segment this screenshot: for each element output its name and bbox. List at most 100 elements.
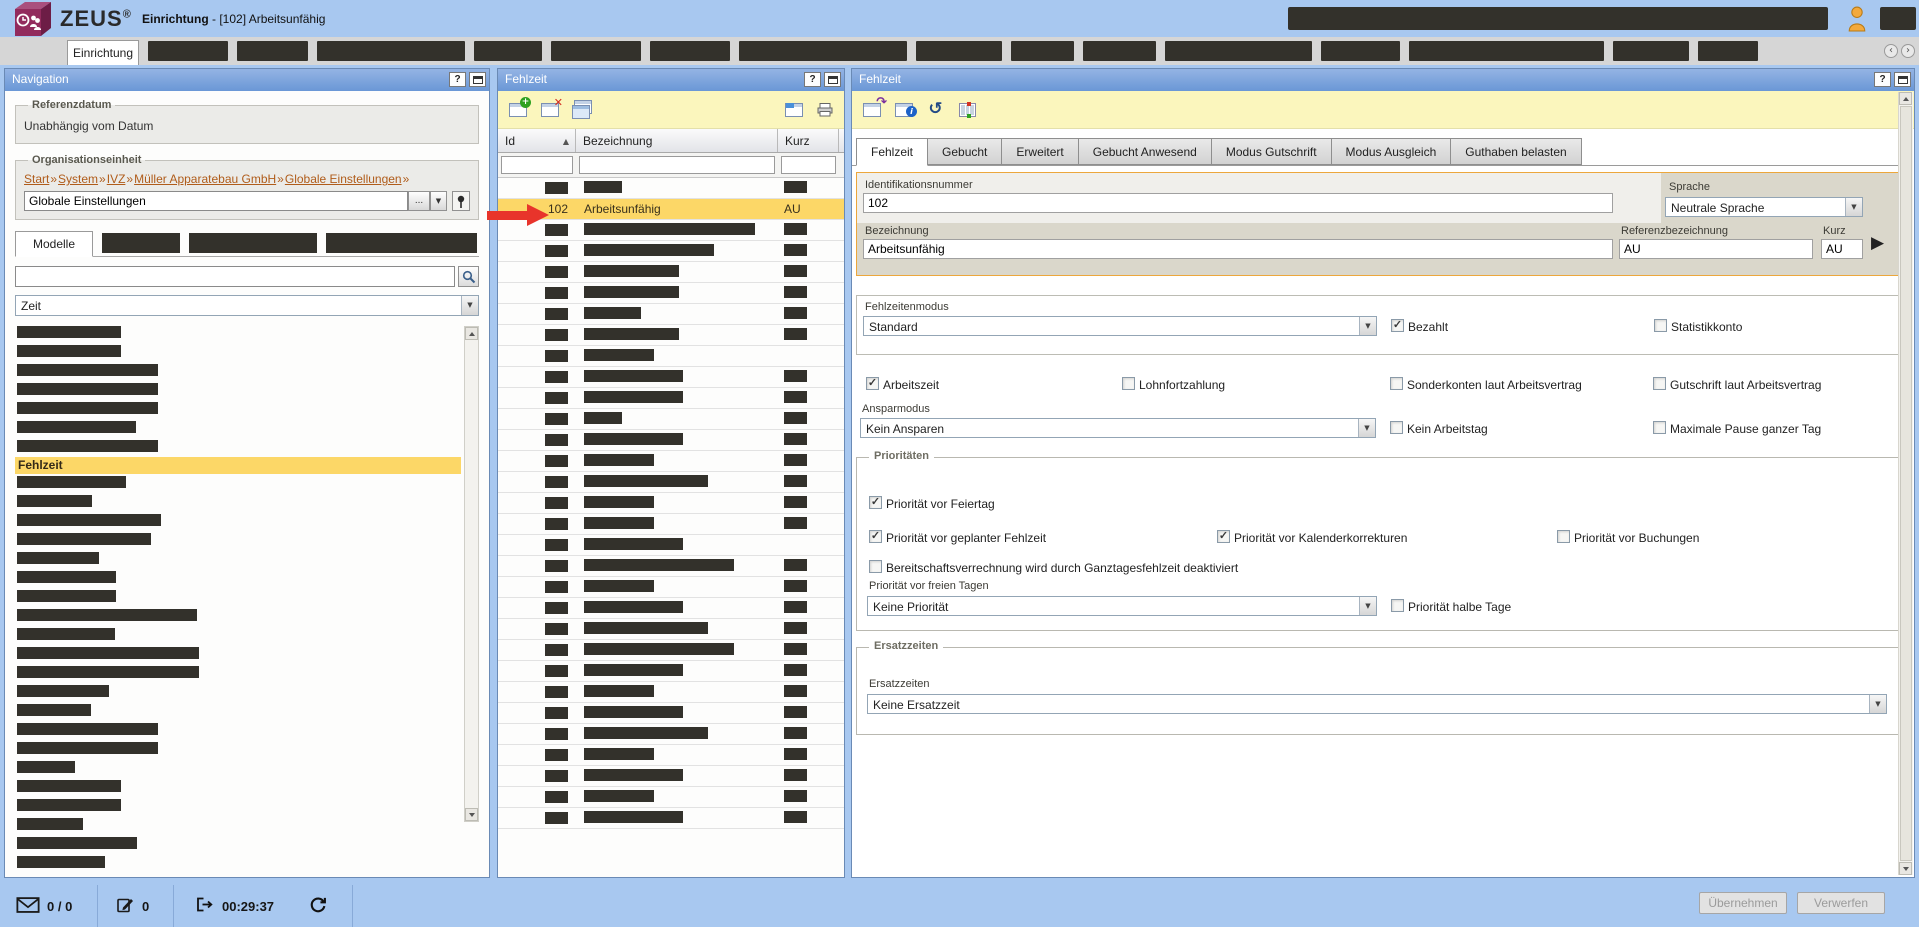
model-type-select[interactable]: Zeit ▼ <box>15 295 479 316</box>
insert-column-icon[interactable] <box>955 98 980 122</box>
table-row[interactable] <box>498 640 844 661</box>
gutschrift-checkbox[interactable] <box>1653 377 1666 390</box>
nav-list-item[interactable] <box>15 628 461 645</box>
table-row[interactable] <box>498 493 844 514</box>
tab-redacted[interactable] <box>551 41 641 61</box>
nav-list-item[interactable] <box>15 761 461 778</box>
table-row[interactable] <box>498 283 844 304</box>
column-header-id[interactable]: Id ▲ <box>498 129 576 152</box>
logout-timer-icon[interactable] <box>194 896 215 916</box>
table-row[interactable] <box>498 682 844 703</box>
breadcrumb-link[interactable]: Start <box>24 172 49 186</box>
nav-list-item[interactable] <box>15 799 461 816</box>
scroll-up-icon[interactable] <box>1899 92 1912 105</box>
table-row[interactable] <box>498 808 844 829</box>
chevron-down-icon[interactable]: ▼ <box>461 296 478 315</box>
table-row[interactable] <box>498 787 844 808</box>
edit-icon[interactable] <box>116 896 135 916</box>
tab-einrichtung[interactable]: Einrichtung <box>67 40 139 65</box>
referenzbezeichnung-field[interactable] <box>1619 239 1813 259</box>
tab-redacted[interactable] <box>916 41 1002 61</box>
help-icon[interactable]: ? <box>1874 72 1891 87</box>
chevron-down-icon[interactable]: ▼ <box>1358 419 1375 437</box>
table-row[interactable] <box>498 367 844 388</box>
nav-list-item[interactable] <box>15 476 461 493</box>
prio-buchungen-checkbox[interactable] <box>1557 530 1570 543</box>
nav-list-item[interactable] <box>15 345 461 362</box>
tab-redacted[interactable] <box>189 233 318 253</box>
tabs-scroll-back-icon[interactable]: ‹ <box>1884 44 1898 58</box>
tab-redacted[interactable] <box>650 41 730 61</box>
tab-redacted[interactable] <box>1011 41 1074 61</box>
table-row[interactable] <box>498 430 844 451</box>
nav-list-item[interactable] <box>15 609 461 626</box>
detail-tab-modus-gutschrift[interactable]: Modus Gutschrift <box>1210 138 1332 165</box>
tab-redacted[interactable] <box>739 41 907 61</box>
chevron-down-icon[interactable]: ▼ <box>1359 317 1376 335</box>
nav-scrollbar[interactable] <box>464 326 479 822</box>
breadcrumb-link[interactable]: System <box>58 172 98 186</box>
tab-modelle[interactable]: Modelle <box>15 231 94 257</box>
table-row[interactable] <box>498 619 844 640</box>
scroll-down-icon[interactable] <box>1899 862 1912 875</box>
kein-arbeitstag-checkbox[interactable] <box>1390 421 1403 434</box>
org-unit-browse-button[interactable]: ... <box>408 191 430 211</box>
tab-redacted[interactable] <box>1409 41 1604 61</box>
bezeichnung-field[interactable] <box>863 239 1613 259</box>
nav-list-item[interactable] <box>15 685 461 702</box>
nav-list-item[interactable] <box>15 383 461 400</box>
discard-button[interactable]: Verwerfen <box>1797 892 1885 914</box>
table-row[interactable] <box>498 241 844 262</box>
mail-icon[interactable] <box>16 896 40 916</box>
tab-redacted[interactable] <box>1083 41 1156 61</box>
table-row[interactable] <box>498 514 844 535</box>
org-unit-input[interactable] <box>24 191 408 211</box>
tab-redacted[interactable] <box>317 41 465 61</box>
prio-feiertag-checkbox[interactable]: ✓ <box>869 496 882 509</box>
prio-freie-tage-select[interactable]: Keine Priorität ▼ <box>867 596 1377 616</box>
bezahlt-checkbox[interactable]: ✓ <box>1391 319 1404 332</box>
copy-record-icon[interactable] <box>569 98 594 122</box>
maximale-pause-checkbox[interactable] <box>1653 421 1666 434</box>
detail-tab-gebucht-anwesend[interactable]: Gebucht Anwesend <box>1077 138 1212 165</box>
detail-scrollbar[interactable] <box>1898 92 1913 875</box>
refresh-icon[interactable] <box>308 896 328 917</box>
tab-redacted[interactable] <box>237 41 308 61</box>
user-person-icon[interactable] <box>1846 5 1868 35</box>
lohnfortzahlung-checkbox[interactable] <box>1122 377 1135 390</box>
nav-list-item[interactable] <box>15 402 461 419</box>
nav-list-item[interactable] <box>15 647 461 664</box>
table-row[interactable] <box>498 472 844 493</box>
detail-tab-guthaben-belasten[interactable]: Guthaben belasten <box>1450 138 1582 165</box>
scroll-up-icon[interactable] <box>465 327 478 340</box>
nav-list-item[interactable] <box>15 723 461 740</box>
pin-icon[interactable] <box>452 191 470 211</box>
kurz-field[interactable] <box>1821 239 1863 259</box>
delete-record-icon[interactable]: ✕ <box>537 96 563 122</box>
table-row[interactable] <box>498 577 844 598</box>
detail-tab-modus-ausgleich[interactable]: Modus Ausgleich <box>1330 138 1452 165</box>
help-icon[interactable]: ? <box>804 72 821 87</box>
nav-list-item[interactable] <box>15 533 461 550</box>
print-icon[interactable] <box>812 98 837 122</box>
help-icon[interactable]: ? <box>449 72 466 87</box>
ansparmodus-select[interactable]: Kein Ansparen ▼ <box>860 418 1376 438</box>
chevron-down-icon[interactable]: ▼ <box>1869 695 1886 713</box>
minimize-icon[interactable] <box>824 72 841 87</box>
table-row[interactable] <box>498 304 844 325</box>
filter-bezeichnung-input[interactable] <box>579 156 775 174</box>
sonderkonten-checkbox[interactable] <box>1390 377 1403 390</box>
scroll-down-icon[interactable] <box>465 808 478 821</box>
detail-tab-fehlzeit[interactable]: Fehlzeit <box>856 138 929 166</box>
table-row[interactable] <box>498 598 844 619</box>
tab-redacted[interactable] <box>1165 41 1312 61</box>
nav-list-item[interactable] <box>15 571 461 588</box>
table-row[interactable] <box>498 745 844 766</box>
fehlzeitenmodus-select[interactable]: Standard ▼ <box>863 316 1377 336</box>
apply-button[interactable]: Übernehmen <box>1699 892 1787 914</box>
nav-list-item[interactable] <box>15 552 461 569</box>
chevron-down-icon[interactable]: ▼ <box>1845 198 1862 216</box>
table-row[interactable] <box>498 556 844 577</box>
table-row[interactable] <box>498 325 844 346</box>
identifikationsnummer-field[interactable] <box>863 193 1613 213</box>
